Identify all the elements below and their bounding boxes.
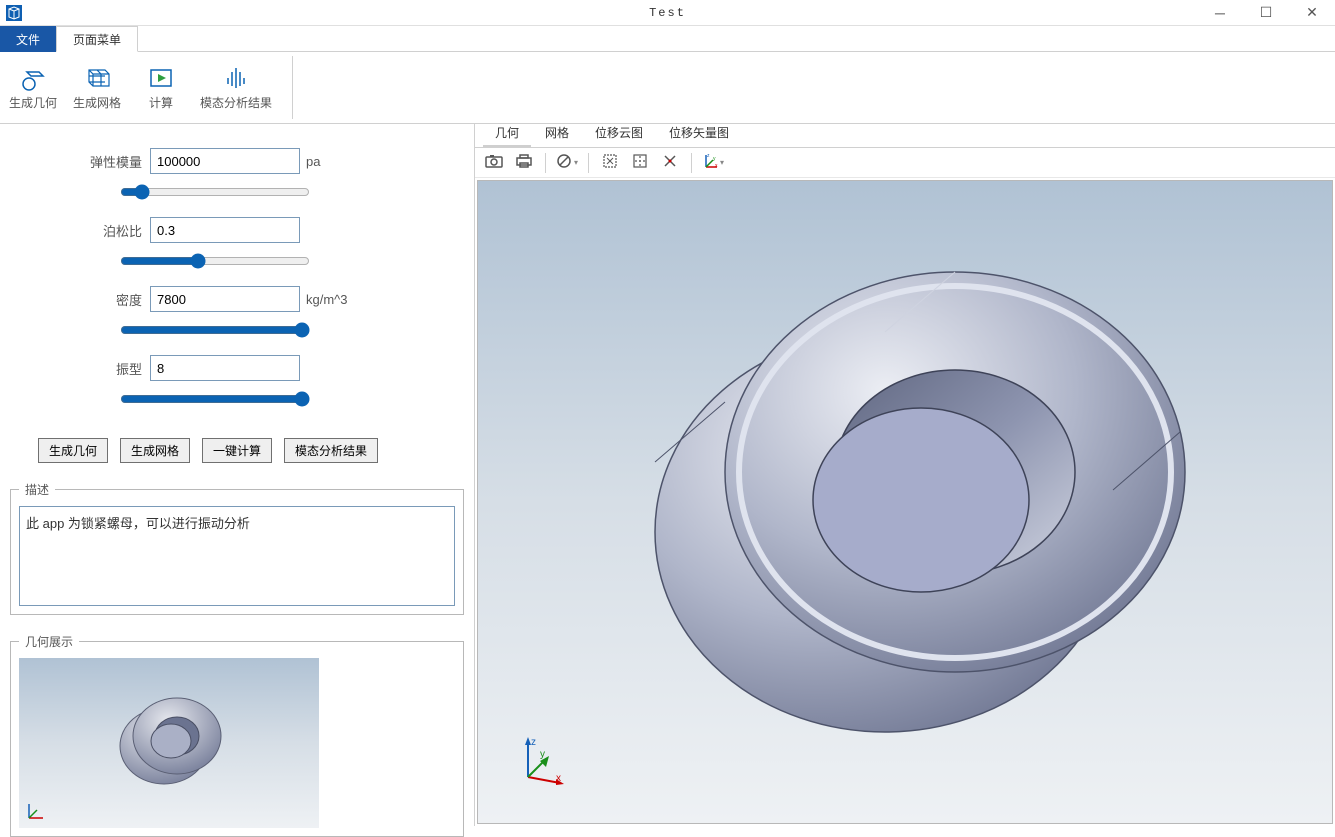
geom-preview-fieldset: 几何展示 [10, 633, 464, 837]
left-panel: 弹性模量 pa 泊松比 密度 kg/m^3 振型 生成几何 生成网格 一键计算 … [0, 124, 475, 826]
ribbon-compute-label: 计算 [149, 94, 173, 111]
ribbon-gen-geom-label: 生成几何 [9, 94, 57, 111]
ribbon-separator [292, 56, 293, 119]
geometry-icon [19, 64, 47, 92]
viewer-tab-geom[interactable]: 几何 [483, 120, 531, 147]
param-row-youngs: 弹性模量 pa [10, 148, 464, 174]
description-legend: 描述 [19, 481, 55, 498]
toolbar-sep-2 [588, 153, 589, 173]
titlebar: Test ─ ☐ ✕ [0, 0, 1335, 26]
density-slider[interactable] [120, 322, 310, 338]
camera-icon [485, 153, 503, 172]
modal-result-icon [222, 64, 250, 92]
viewer-tab-contour[interactable]: 位移云图 [583, 120, 655, 147]
ring-geometry-icon [585, 232, 1225, 772]
param-row-density: 密度 kg/m^3 [10, 286, 464, 312]
viewer-tabs: 几何 网格 位移云图 位移矢量图 [475, 124, 1335, 148]
mode-input[interactable] [150, 355, 300, 381]
density-input[interactable] [150, 286, 300, 312]
mode-slider[interactable] [120, 391, 310, 407]
axis-gizmo-icon: z x y [516, 735, 566, 785]
ribbon-modal-result[interactable]: 模态分析结果 [200, 56, 272, 119]
app-icon [6, 5, 22, 21]
description-text: 此 app 为锁紧螺母，可以进行振动分析 [19, 506, 455, 606]
gen-geom-button[interactable]: 生成几何 [38, 438, 108, 463]
right-panel: 几何 网格 位移云图 位移矢量图 zyx [475, 124, 1335, 826]
menu-tabbar: 文件 页面菜单 [0, 26, 1335, 52]
youngs-slider[interactable] [120, 184, 310, 200]
svg-text:x: x [715, 163, 718, 169]
geom-preview-viewport[interactable] [19, 658, 319, 828]
axis-gizmo-small-icon [25, 800, 47, 822]
svg-text:z: z [531, 737, 536, 748]
window-title: Test [649, 6, 686, 20]
poisson-slider[interactable] [120, 253, 310, 269]
ribbon-gen-mesh-label: 生成网格 [73, 94, 121, 111]
youngs-input[interactable] [150, 148, 300, 174]
poisson-label: 泊松比 [10, 221, 150, 240]
ring-thumbnail-icon [109, 688, 229, 798]
compute-icon [147, 64, 175, 92]
one-click-button[interactable]: 一键计算 [202, 438, 272, 463]
zoom-extents-button[interactable] [627, 151, 653, 175]
svg-text:x: x [556, 773, 561, 784]
youngs-unit: pa [306, 154, 320, 169]
select-button[interactable] [657, 151, 683, 175]
toolbar-sep-3 [691, 153, 692, 173]
maximize-button[interactable]: ☐ [1243, 0, 1289, 26]
svg-text:y: y [540, 749, 545, 760]
geom-preview-legend: 几何展示 [19, 633, 79, 650]
ribbon-compute[interactable]: 计算 [136, 56, 186, 119]
ribbon-gen-geom[interactable]: 生成几何 [8, 56, 58, 119]
main-viewport[interactable]: z x y [477, 180, 1333, 824]
tab-file[interactable]: 文件 [0, 26, 56, 52]
window-controls: ─ ☐ ✕ [1197, 0, 1335, 26]
modal-result-button[interactable]: 模态分析结果 [284, 438, 378, 463]
ribbon-gen-mesh[interactable]: 生成网格 [72, 56, 122, 119]
poisson-input[interactable] [150, 217, 300, 243]
print-icon [515, 153, 533, 172]
density-unit: kg/m^3 [306, 292, 348, 307]
axis-icon: zyx [702, 153, 718, 172]
svg-text:y: y [713, 156, 716, 162]
tab-page-menu[interactable]: 页面菜单 [56, 26, 138, 52]
param-row-mode: 振型 [10, 355, 464, 381]
mode-label: 振型 [10, 359, 150, 378]
no-entry-icon [556, 153, 572, 172]
mesh-icon [83, 64, 111, 92]
viewer-toolbar: zyx [475, 148, 1335, 178]
youngs-label: 弹性模量 [10, 152, 150, 171]
clear-button[interactable] [554, 151, 580, 175]
viewer-tab-mesh[interactable]: 网格 [533, 120, 581, 147]
param-row-poisson: 泊松比 [10, 217, 464, 243]
select-icon [662, 153, 678, 172]
description-fieldset: 描述 此 app 为锁紧螺母，可以进行振动分析 [10, 481, 464, 615]
close-button[interactable]: ✕ [1289, 0, 1335, 26]
orientation-button[interactable]: zyx [700, 151, 726, 175]
content-area: 弹性模量 pa 泊松比 密度 kg/m^3 振型 生成几何 生成网格 一键计算 … [0, 124, 1335, 826]
zoom-box-button[interactable] [597, 151, 623, 175]
viewer-tab-vector[interactable]: 位移矢量图 [657, 120, 741, 147]
screenshot-button[interactable] [481, 151, 507, 175]
print-button[interactable] [511, 151, 537, 175]
toolbar-sep-1 [545, 153, 546, 173]
button-row: 生成几何 生成网格 一键计算 模态分析结果 [10, 438, 464, 463]
density-label: 密度 [10, 290, 150, 309]
svg-text:z: z [707, 153, 710, 159]
gen-mesh-button[interactable]: 生成网格 [120, 438, 190, 463]
zoom-box-icon [602, 153, 618, 172]
zoom-extents-icon [632, 153, 648, 172]
minimize-button[interactable]: ─ [1197, 0, 1243, 26]
ribbon: 生成几何 生成网格 计算 模态分析结果 [0, 52, 1335, 124]
ribbon-modal-result-label: 模态分析结果 [200, 94, 272, 111]
